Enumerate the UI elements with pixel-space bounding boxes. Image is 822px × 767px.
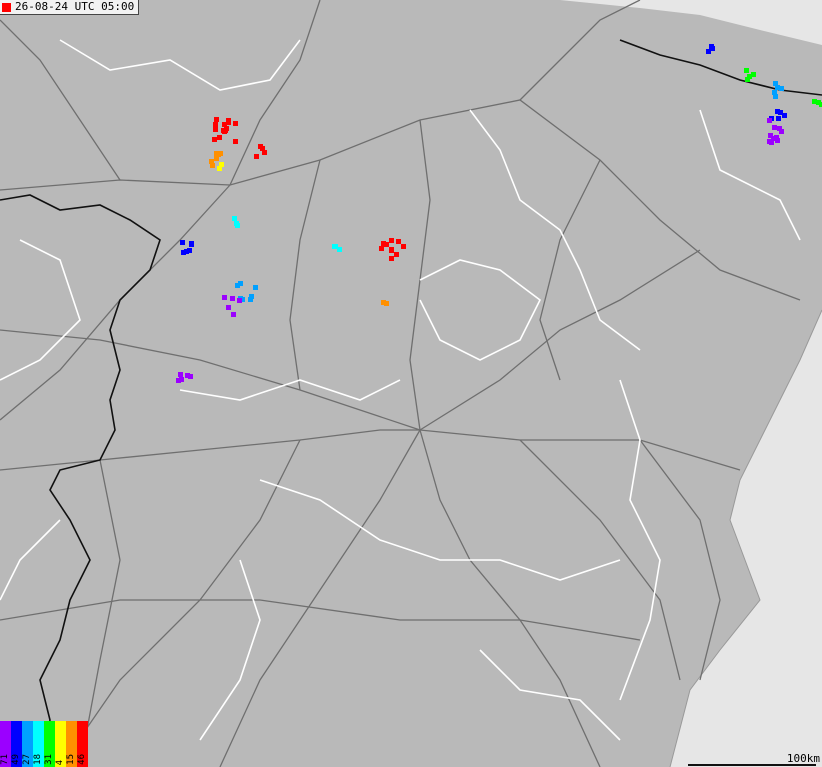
lightning-strike	[384, 241, 390, 247]
lightning-strike	[394, 251, 400, 257]
lightning-strike	[223, 127, 229, 133]
lightning-strike	[779, 86, 785, 92]
sea-north	[560, 0, 822, 45]
lightning-strike	[771, 125, 777, 131]
lightning-strike	[212, 126, 218, 132]
lightning-strike	[252, 285, 258, 291]
lightning-strike	[189, 241, 195, 247]
map-view[interactable]: 26-08-24 UTC 05:00 71 49 27 18 31 4 15 46 100km	[0, 0, 822, 767]
lightning-strike	[262, 150, 268, 156]
legend-swatch: 15	[66, 721, 77, 767]
legend-count: 4	[55, 759, 65, 765]
legend-count: 71	[0, 754, 10, 765]
road-network	[0, 0, 801, 767]
region-borders	[0, 39, 801, 741]
lightning-strike	[232, 139, 238, 145]
lightning-strike	[706, 49, 712, 55]
sea-east	[670, 310, 822, 767]
legend-count: 31	[44, 754, 54, 765]
lightning-strike	[215, 152, 221, 158]
lightning-strike	[751, 72, 757, 78]
lightning-strike	[233, 221, 239, 227]
lightning-strike	[238, 280, 244, 286]
legend-swatch: 31	[44, 721, 55, 767]
lightning-strike	[388, 238, 394, 244]
lightning-strike	[214, 117, 220, 123]
timestamp-badge: 26-08-24 UTC 05:00	[0, 0, 140, 15]
lightning-strike	[248, 297, 254, 303]
lightning-strike	[229, 296, 235, 302]
legend-swatch: 4	[55, 721, 66, 767]
legend-count: 27	[22, 754, 32, 765]
lightning-strike	[221, 295, 227, 301]
lightning-strike	[216, 166, 222, 172]
scale-label: 100km	[786, 752, 820, 765]
lightning-strike	[230, 311, 236, 317]
lightning-strike	[336, 247, 342, 253]
lightning-strike	[773, 94, 779, 100]
lightning-strike	[181, 249, 187, 255]
lightning-strike	[395, 239, 401, 245]
legend-count: 46	[77, 754, 87, 765]
lightning-strike	[225, 304, 231, 310]
legend-swatch: 49	[11, 721, 22, 767]
legend-count: 15	[66, 754, 76, 765]
lightning-strike	[178, 376, 184, 382]
map-canvas	[0, 0, 822, 767]
timestamp-text: 26-08-24 UTC 05:00	[15, 0, 135, 13]
lightning-strike	[775, 116, 781, 122]
lightning-strike	[766, 117, 772, 123]
lightning-strike	[812, 98, 818, 104]
strike-age-legend: 71 49 27 18 31 4 15 46	[0, 721, 88, 767]
lightning-strike	[781, 112, 787, 118]
lightning-strike	[388, 246, 394, 252]
lightning-strike	[744, 67, 750, 73]
lightning-strike	[745, 76, 751, 82]
timestamp-marker-icon	[2, 2, 11, 12]
lightning-strike	[177, 372, 183, 377]
lightning-strike	[384, 300, 390, 306]
country-border	[0, 39, 822, 767]
lightning-strike	[232, 216, 238, 222]
lightning-strike	[216, 134, 222, 140]
lightning-strike	[187, 247, 193, 253]
lightning-strike	[253, 154, 259, 160]
lightning-strike	[774, 134, 779, 140]
legend-swatch: 46	[77, 721, 88, 767]
lightning-strike	[388, 256, 394, 262]
lightning-strike	[226, 119, 232, 125]
lightning-strike	[184, 373, 190, 379]
legend-swatch: 18	[33, 721, 44, 767]
lightning-strike	[772, 89, 778, 95]
legend-count: 18	[33, 754, 43, 765]
lightning-strike	[779, 129, 785, 135]
lightning-strike	[236, 297, 242, 303]
lightning-strike	[180, 239, 186, 245]
lightning-strike	[209, 159, 215, 165]
legend-swatch: 27	[22, 721, 33, 767]
legend-count: 49	[11, 754, 21, 765]
lightning-strike	[400, 243, 406, 249]
legend-swatch: 71	[0, 721, 11, 767]
lightning-strike	[232, 120, 238, 126]
